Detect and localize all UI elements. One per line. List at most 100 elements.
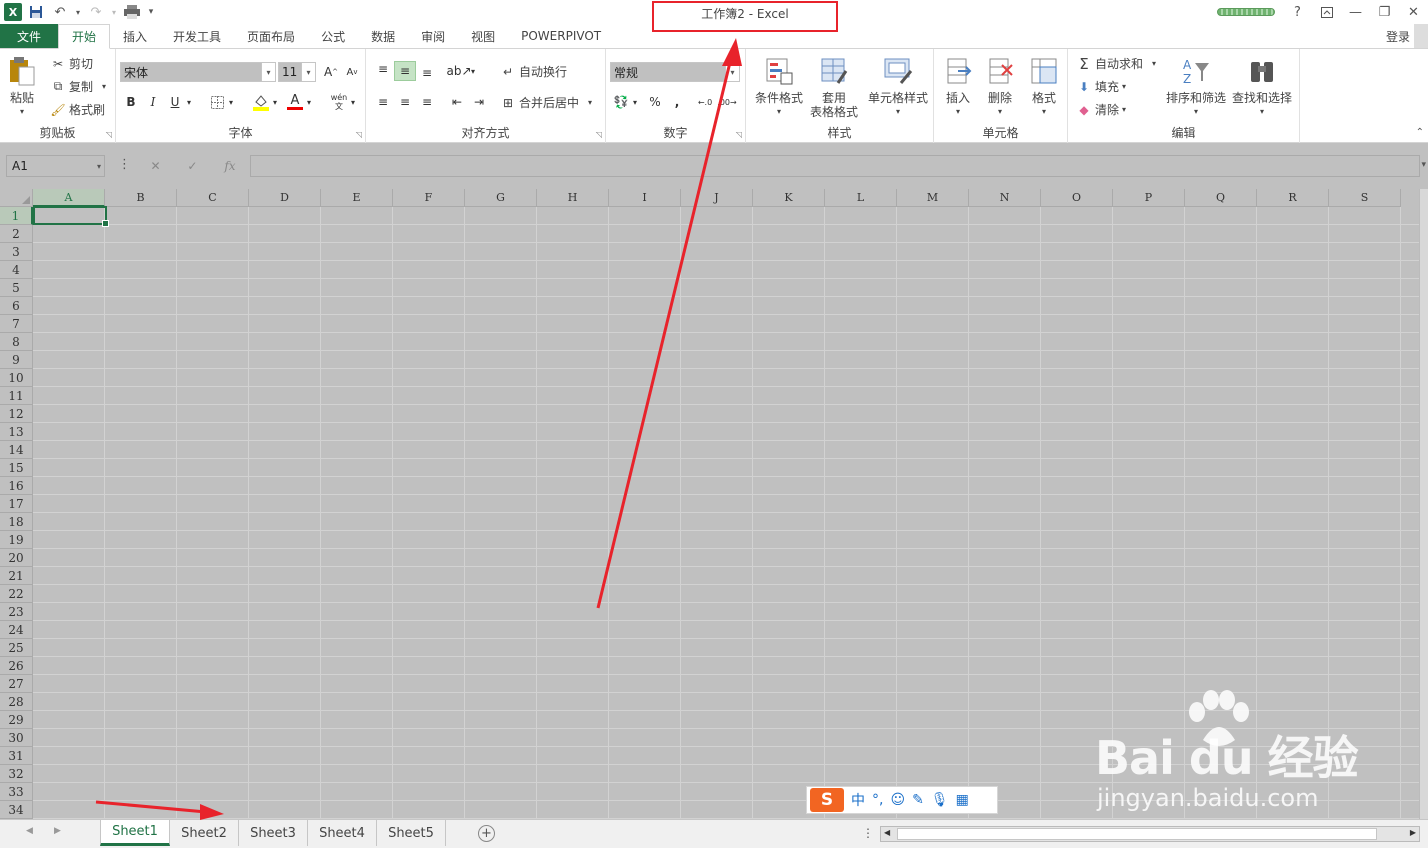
font-size-combo[interactable]: 11 ▾ <box>278 62 316 82</box>
scroll-right-icon[interactable]: ▶ <box>1410 828 1416 837</box>
save-icon[interactable] <box>26 2 46 22</box>
row-header-8[interactable]: 8 <box>0 333 33 351</box>
tab-home[interactable]: 开始 <box>58 24 111 49</box>
comma-button[interactable]: , <box>666 92 688 112</box>
restore-icon[interactable]: ❐ <box>1370 0 1399 24</box>
column-header-f[interactable]: F <box>393 189 465 207</box>
row-header-12[interactable]: 12 <box>0 405 33 423</box>
avatar[interactable] <box>1414 24 1428 48</box>
row-header-16[interactable]: 16 <box>0 477 33 495</box>
row-header-13[interactable]: 13 <box>0 423 33 441</box>
select-all-button[interactable] <box>0 189 33 207</box>
insert-function-icon[interactable]: fx <box>224 159 235 173</box>
percent-button[interactable]: % <box>644 92 666 112</box>
clear-button[interactable]: ◆ 清除 ▾ <box>1076 101 1126 118</box>
cell-area[interactable] <box>33 207 1419 819</box>
autosum-dropdown-icon[interactable]: ▾ <box>1152 59 1156 68</box>
enter-icon[interactable]: ✓ <box>187 159 197 173</box>
clipboard-launcher-icon[interactable]: ◹ <box>106 130 112 139</box>
cell-styles-button[interactable]: 单元格样式 ▾ <box>864 55 932 119</box>
copy-dropdown-icon[interactable]: ▾ <box>102 82 106 91</box>
merge-center-button[interactable]: ⊞ 合并后居中 ▾ <box>500 94 592 111</box>
undo-icon[interactable]: ↶ <box>50 2 70 22</box>
row-header-7[interactable]: 7 <box>0 315 33 333</box>
phonetic-dropdown-icon[interactable]: ▾ <box>348 92 358 112</box>
merge-center-dropdown-icon[interactable]: ▾ <box>588 98 592 107</box>
fill-dropdown-icon[interactable]: ▾ <box>1122 82 1126 91</box>
tab-page-layout[interactable]: 页面布局 <box>234 24 308 48</box>
ime-language-toggle[interactable]: 中 <box>851 790 865 810</box>
paste-dropdown-icon[interactable]: ▾ <box>20 105 24 119</box>
row-header-24[interactable]: 24 <box>0 621 33 639</box>
row-header-3[interactable]: 3 <box>0 243 33 261</box>
copy-button[interactable]: ⧉ 复制 ▾ <box>50 78 106 95</box>
bold-button[interactable]: B <box>120 92 142 112</box>
worksheet-grid[interactable]: ABCDEFGHIJKLMNOPQRS 1 2 3 4 5 6 7 8 9 10 11 12 13 14 1… <box>0 189 1428 819</box>
microphone-icon[interactable]: 🎙 <box>931 792 949 808</box>
help-icon[interactable]: ? <box>1283 0 1312 24</box>
row-header-34[interactable]: 34 <box>0 801 33 819</box>
row-header-21[interactable]: 21 <box>0 567 33 585</box>
horizontal-scroll-thumb[interactable] <box>897 828 1377 840</box>
format-cells-dropdown-icon[interactable]: ▾ <box>1042 105 1046 119</box>
sheet-tab-sheet1[interactable]: Sheet1 <box>100 820 170 846</box>
row-header-27[interactable]: 27 <box>0 675 33 693</box>
number-launcher-icon[interactable]: ◹ <box>736 130 742 139</box>
underline-dropdown-icon[interactable]: ▾ <box>184 92 194 112</box>
find-select-dropdown-icon[interactable]: ▾ <box>1260 105 1264 119</box>
conditional-formatting-dropdown-icon[interactable]: ▾ <box>777 105 781 119</box>
tab-file[interactable]: 文件 <box>0 24 58 48</box>
tab-data[interactable]: 数据 <box>358 24 408 48</box>
tab-powerpivot[interactable]: POWERPIVOT <box>508 24 614 48</box>
decrease-indent-icon[interactable]: ⇤ <box>446 92 468 112</box>
toolbox-icon[interactable]: ▦ <box>956 792 969 808</box>
formula-bar-splitter[interactable]: ⋮ <box>118 157 131 172</box>
decrease-decimal-icon[interactable]: .00→ <box>716 92 738 112</box>
row-header-32[interactable]: 32 <box>0 765 33 783</box>
row-header-10[interactable]: 10 <box>0 369 33 387</box>
tab-insert[interactable]: 插入 <box>110 24 160 48</box>
row-header-29[interactable]: 29 <box>0 711 33 729</box>
align-center-icon[interactable]: ≡ <box>394 92 416 112</box>
column-header-r[interactable]: R <box>1257 189 1329 207</box>
orientation-dropdown-icon[interactable]: ▾ <box>468 61 478 81</box>
row-header-23[interactable]: 23 <box>0 603 33 621</box>
redo-dropdown-icon[interactable]: ▾ <box>110 2 118 22</box>
align-middle-icon[interactable]: ≡ <box>394 61 416 81</box>
row-header-26[interactable]: 26 <box>0 657 33 675</box>
font-size-dropdown-icon[interactable]: ▾ <box>301 63 315 81</box>
column-header-n[interactable]: N <box>969 189 1041 207</box>
column-header-p[interactable]: P <box>1113 189 1185 207</box>
column-header-e[interactable]: E <box>321 189 393 207</box>
column-header-g[interactable]: G <box>465 189 537 207</box>
name-box[interactable]: A1 ▾ <box>6 155 105 177</box>
row-header-28[interactable]: 28 <box>0 693 33 711</box>
number-format-combo[interactable]: 常规 ▾ <box>610 62 740 82</box>
horizontal-scrollbar[interactable]: ◀ ▶ <box>880 826 1420 842</box>
column-header-m[interactable]: M <box>897 189 969 207</box>
minimize-icon[interactable]: — <box>1341 0 1370 24</box>
column-header-i[interactable]: I <box>609 189 681 207</box>
row-header-33[interactable]: 33 <box>0 783 33 801</box>
fill-button[interactable]: ⬇ 填充 ▾ <box>1076 78 1126 95</box>
row-header-9[interactable]: 9 <box>0 351 33 369</box>
increase-indent-icon[interactable]: ⇥ <box>468 92 490 112</box>
row-header-1[interactable]: 1 <box>0 207 33 225</box>
clear-dropdown-icon[interactable]: ▾ <box>1122 105 1126 114</box>
column-header-k[interactable]: K <box>753 189 825 207</box>
ribbon-display-options-icon[interactable] <box>1312 0 1341 24</box>
fill-color-dropdown-icon[interactable]: ▾ <box>270 92 280 112</box>
tab-developer[interactable]: 开发工具 <box>160 24 234 48</box>
format-painter-button[interactable]: 🖌 格式刷 <box>50 101 105 118</box>
row-header-17[interactable]: 17 <box>0 495 33 513</box>
row-header-22[interactable]: 22 <box>0 585 33 603</box>
delete-cells-button[interactable]: 删除 ▾ <box>984 55 1016 119</box>
font-name-combo[interactable]: 宋体 ▾ <box>120 62 276 82</box>
column-header-d[interactable]: D <box>249 189 321 207</box>
tab-review[interactable]: 审阅 <box>408 24 458 48</box>
scroll-left-icon[interactable]: ◀ <box>884 828 890 837</box>
align-left-icon[interactable]: ≡ <box>372 92 394 112</box>
pen-icon[interactable]: ✎ <box>912 792 924 808</box>
borders-icon[interactable] <box>206 92 228 112</box>
font-name-dropdown-icon[interactable]: ▾ <box>261 63 275 81</box>
